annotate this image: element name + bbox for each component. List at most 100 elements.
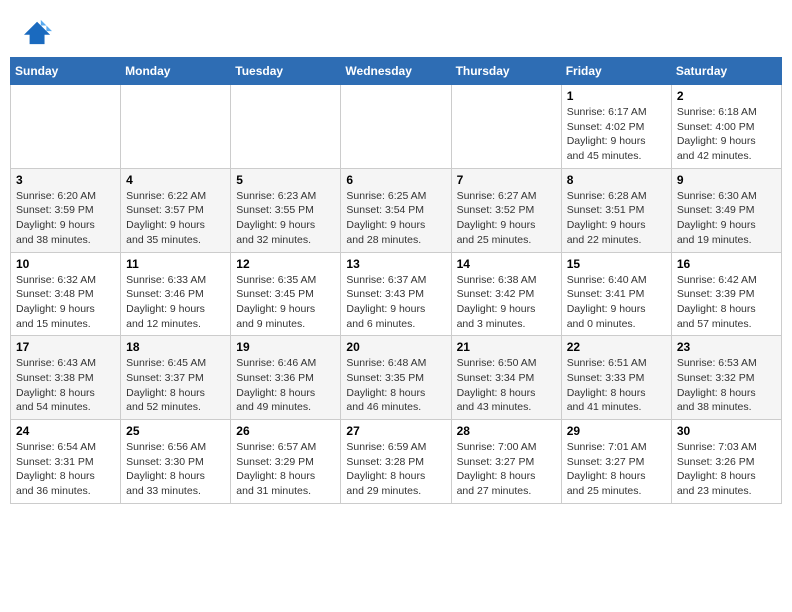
day-info: Sunrise: 6:33 AM Sunset: 3:46 PM Dayligh…	[126, 273, 225, 332]
calendar-cell: 7 Sunrise: 6:27 AM Sunset: 3:52 PM Daylig…	[451, 168, 561, 252]
day-info: Sunrise: 6:45 AM Sunset: 3:37 PM Dayligh…	[126, 356, 225, 415]
day-info: Sunrise: 7:03 AM Sunset: 3:26 PM Dayligh…	[677, 440, 776, 499]
calendar-cell: 21Sunrise: 6:50 AM Sunset: 3:34 PM Dayli…	[451, 336, 561, 420]
day-info: Sunrise: 6:56 AM Sunset: 3:30 PM Dayligh…	[126, 440, 225, 499]
calendar-cell: 24 Sunrise: 6:54 AM Sunset: 3:31 PM Dayli…	[11, 420, 121, 504]
calendar-cell: 9 Sunrise: 6:30 AM Sunset: 3:49 PM Daylig…	[671, 168, 781, 252]
calendar-cell: 5 Sunrise: 6:23 AM Sunset: 3:55 PM Daylig…	[231, 168, 341, 252]
calendar-cell	[11, 85, 121, 169]
day-number: 19	[236, 340, 335, 354]
day-number: 28	[457, 424, 556, 438]
calendar-cell: 20 Sunrise: 6:48 AM Sunset: 3:35 PM Dayli…	[341, 336, 451, 420]
day-info: Sunrise: 6:57 AM Sunset: 3:29 PM Dayligh…	[236, 440, 335, 499]
day-info: Sunrise: 6:30 AM Sunset: 3:49 PM Dayligh…	[677, 189, 776, 248]
page-header	[10, 10, 782, 57]
logo-icon	[24, 18, 52, 46]
calendar-cell	[231, 85, 341, 169]
day-info: Sunrise: 6:50 AM Sunset: 3:34 PM Dayligh…	[457, 356, 556, 415]
calendar-cell: 28 Sunrise: 7:00 AM Sunset: 3:27 PM Dayli…	[451, 420, 561, 504]
day-info: Sunrise: 6:27 AM Sunset: 3:52 PM Dayligh…	[457, 189, 556, 248]
day-number: 12	[236, 257, 335, 271]
calendar-cell: 12Sunrise: 6:35 AM Sunset: 3:45 PM Dayli…	[231, 252, 341, 336]
day-info: Sunrise: 6:23 AM Sunset: 3:55 PM Dayligh…	[236, 189, 335, 248]
day-number: 26	[236, 424, 335, 438]
day-info: Sunrise: 6:32 AM Sunset: 3:48 PM Dayligh…	[16, 273, 115, 332]
day-info: Sunrise: 6:18 AM Sunset: 4:00 PM Dayligh…	[677, 105, 776, 164]
day-number: 4	[126, 173, 225, 187]
calendar-week-1: 1 Sunrise: 6:17 AM Sunset: 4:02 PM Daylig…	[11, 85, 782, 169]
weekday-header-sunday: Sunday	[11, 58, 121, 85]
day-info: Sunrise: 6:46 AM Sunset: 3:36 PM Dayligh…	[236, 356, 335, 415]
weekday-header-tuesday: Tuesday	[231, 58, 341, 85]
calendar-cell: 23 Sunrise: 6:53 AM Sunset: 3:32 PM Dayli…	[671, 336, 781, 420]
day-number: 10	[16, 257, 115, 271]
day-info: Sunrise: 7:01 AM Sunset: 3:27 PM Dayligh…	[567, 440, 666, 499]
calendar-cell	[451, 85, 561, 169]
day-number: 11	[126, 257, 225, 271]
day-number: 27	[346, 424, 445, 438]
weekday-header-monday: Monday	[121, 58, 231, 85]
calendar-table: SundayMondayTuesdayWednesdayThursdayFrid…	[10, 57, 782, 504]
calendar-week-3: 10 Sunrise: 6:32 AM Sunset: 3:48 PM Dayli…	[11, 252, 782, 336]
day-info: Sunrise: 6:51 AM Sunset: 3:33 PM Dayligh…	[567, 356, 666, 415]
calendar-cell: 2 Sunrise: 6:18 AM Sunset: 4:00 PM Daylig…	[671, 85, 781, 169]
day-number: 23	[677, 340, 776, 354]
day-number: 24	[16, 424, 115, 438]
logo	[20, 18, 56, 51]
day-info: Sunrise: 6:43 AM Sunset: 3:38 PM Dayligh…	[16, 356, 115, 415]
calendar-cell: 10 Sunrise: 6:32 AM Sunset: 3:48 PM Dayli…	[11, 252, 121, 336]
day-number: 2	[677, 89, 776, 103]
calendar-cell	[121, 85, 231, 169]
day-number: 3	[16, 173, 115, 187]
calendar-cell: 26 Sunrise: 6:57 AM Sunset: 3:29 PM Dayli…	[231, 420, 341, 504]
calendar-week-5: 24 Sunrise: 6:54 AM Sunset: 3:31 PM Dayli…	[11, 420, 782, 504]
day-info: Sunrise: 7:00 AM Sunset: 3:27 PM Dayligh…	[457, 440, 556, 499]
calendar-cell: 18 Sunrise: 6:45 AM Sunset: 3:37 PM Dayli…	[121, 336, 231, 420]
calendar-cell: 22 Sunrise: 6:51 AM Sunset: 3:33 PM Dayli…	[561, 336, 671, 420]
day-number: 8	[567, 173, 666, 187]
calendar-cell	[341, 85, 451, 169]
day-number: 1	[567, 89, 666, 103]
day-number: 16	[677, 257, 776, 271]
day-info: Sunrise: 6:38 AM Sunset: 3:42 PM Dayligh…	[457, 273, 556, 332]
weekday-header-saturday: Saturday	[671, 58, 781, 85]
day-info: Sunrise: 6:53 AM Sunset: 3:32 PM Dayligh…	[677, 356, 776, 415]
calendar-cell: 14 Sunrise: 6:38 AM Sunset: 3:42 PM Dayli…	[451, 252, 561, 336]
weekday-header-wednesday: Wednesday	[341, 58, 451, 85]
calendar-cell: 15Sunrise: 6:40 AM Sunset: 3:41 PM Dayli…	[561, 252, 671, 336]
calendar-cell: 6 Sunrise: 6:25 AM Sunset: 3:54 PM Daylig…	[341, 168, 451, 252]
calendar-week-2: 3 Sunrise: 6:20 AM Sunset: 3:59 PM Daylig…	[11, 168, 782, 252]
day-number: 9	[677, 173, 776, 187]
day-info: Sunrise: 6:40 AM Sunset: 3:41 PM Dayligh…	[567, 273, 666, 332]
weekday-header-friday: Friday	[561, 58, 671, 85]
day-number: 6	[346, 173, 445, 187]
calendar-cell: 30Sunrise: 7:03 AM Sunset: 3:26 PM Dayli…	[671, 420, 781, 504]
calendar-cell: 11 Sunrise: 6:33 AM Sunset: 3:46 PM Dayli…	[121, 252, 231, 336]
calendar-cell: 27 Sunrise: 6:59 AM Sunset: 3:28 PM Dayli…	[341, 420, 451, 504]
calendar-cell: 3 Sunrise: 6:20 AM Sunset: 3:59 PM Daylig…	[11, 168, 121, 252]
day-info: Sunrise: 6:48 AM Sunset: 3:35 PM Dayligh…	[346, 356, 445, 415]
day-info: Sunrise: 6:25 AM Sunset: 3:54 PM Dayligh…	[346, 189, 445, 248]
day-info: Sunrise: 6:54 AM Sunset: 3:31 PM Dayligh…	[16, 440, 115, 499]
calendar-cell: 19 Sunrise: 6:46 AM Sunset: 3:36 PM Dayli…	[231, 336, 341, 420]
day-number: 20	[346, 340, 445, 354]
day-number: 29	[567, 424, 666, 438]
weekday-header-thursday: Thursday	[451, 58, 561, 85]
day-info: Sunrise: 6:20 AM Sunset: 3:59 PM Dayligh…	[16, 189, 115, 248]
day-number: 18	[126, 340, 225, 354]
day-number: 14	[457, 257, 556, 271]
day-info: Sunrise: 6:22 AM Sunset: 3:57 PM Dayligh…	[126, 189, 225, 248]
calendar-cell: 8Sunrise: 6:28 AM Sunset: 3:51 PM Daylig…	[561, 168, 671, 252]
calendar-cell: 29 Sunrise: 7:01 AM Sunset: 3:27 PM Dayli…	[561, 420, 671, 504]
day-info: Sunrise: 6:17 AM Sunset: 4:02 PM Dayligh…	[567, 105, 666, 164]
day-info: Sunrise: 6:59 AM Sunset: 3:28 PM Dayligh…	[346, 440, 445, 499]
day-info: Sunrise: 6:42 AM Sunset: 3:39 PM Dayligh…	[677, 273, 776, 332]
calendar-cell: 13Sunrise: 6:37 AM Sunset: 3:43 PM Dayli…	[341, 252, 451, 336]
day-number: 5	[236, 173, 335, 187]
day-number: 22	[567, 340, 666, 354]
day-number: 25	[126, 424, 225, 438]
calendar-cell: 17Sunrise: 6:43 AM Sunset: 3:38 PM Dayli…	[11, 336, 121, 420]
calendar-cell: 4 Sunrise: 6:22 AM Sunset: 3:57 PM Daylig…	[121, 168, 231, 252]
day-number: 7	[457, 173, 556, 187]
calendar-week-4: 17Sunrise: 6:43 AM Sunset: 3:38 PM Dayli…	[11, 336, 782, 420]
